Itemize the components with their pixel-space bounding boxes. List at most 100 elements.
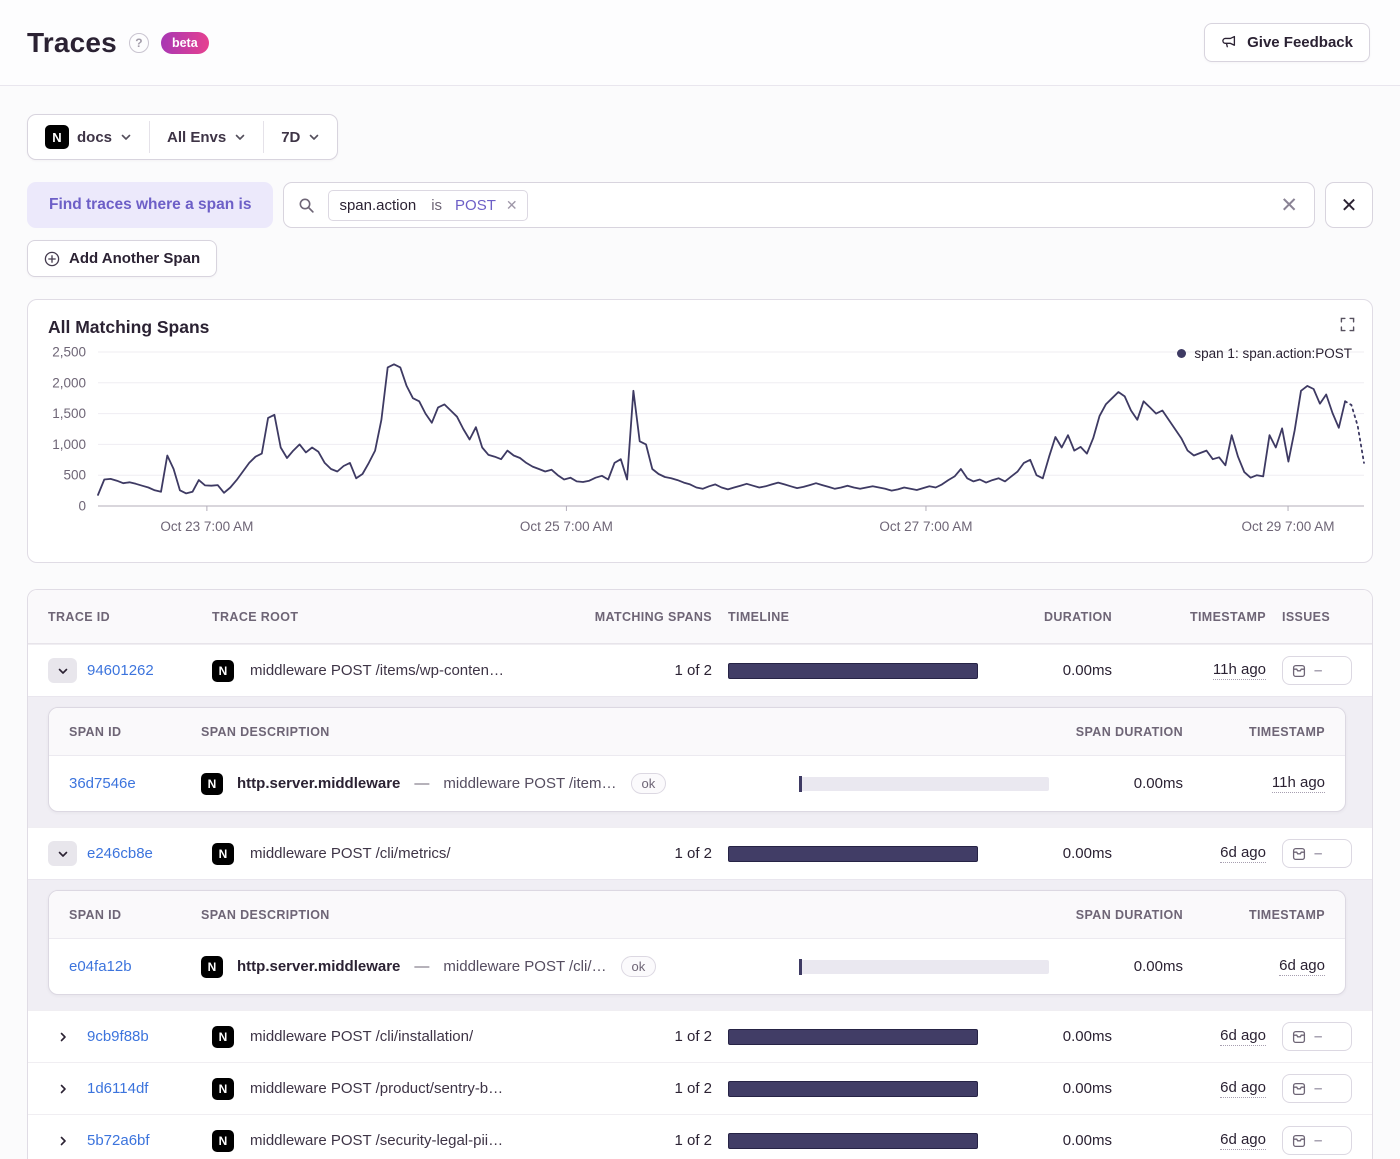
issues-count: – <box>1314 1132 1323 1149</box>
span-timestamp-value[interactable]: 11h ago <box>1271 774 1325 793</box>
timestamp-value[interactable]: 11h ago <box>1212 661 1266 680</box>
project-filter[interactable]: N docs <box>28 115 149 159</box>
nextjs-logo-icon: N <box>212 1129 234 1152</box>
span-op-label: http.server.middleware <box>237 775 401 792</box>
beta-badge: beta <box>160 31 209 54</box>
issues-icon <box>1292 1134 1306 1147</box>
matching-spans-value: 1 of 2 <box>674 662 712 679</box>
op-separator: — <box>414 958 430 975</box>
issues-button[interactable]: – <box>1282 1022 1352 1051</box>
span-id-link[interactable]: e04fa12b <box>69 958 185 975</box>
col-span-duration: SPAN DURATION <box>1075 724 1183 739</box>
svg-text:Oct 23 7:00 AM: Oct 23 7:00 AM <box>160 519 253 534</box>
filter-token[interactable]: span.action is POST ✕ <box>328 189 528 221</box>
trace-id-link[interactable]: 9cb9f88b <box>87 1028 149 1045</box>
trace-id-link[interactable]: 94601262 <box>87 662 154 679</box>
token-value[interactable]: POST <box>449 197 502 214</box>
give-feedback-button[interactable]: Give Feedback <box>1204 23 1370 62</box>
svg-text:Oct 25 7:00 AM: Oct 25 7:00 AM <box>520 519 613 534</box>
token-key[interactable]: span.action <box>329 197 424 214</box>
page-title: Traces <box>27 26 117 58</box>
col-span-id: SPAN ID <box>69 907 122 922</box>
svg-text:0: 0 <box>78 499 86 514</box>
issues-count: – <box>1314 845 1323 862</box>
span-row: 36d7546e N http.server.middleware — midd… <box>49 756 1345 811</box>
issues-icon <box>1292 847 1306 860</box>
col-span-timestamp: TIMESTAMP <box>1248 907 1325 922</box>
timestamp-value[interactable]: 6d ago <box>1220 1027 1266 1046</box>
table-row: 1d6114df N middleware POST /product/sent… <box>28 1062 1372 1114</box>
collapse-row-button[interactable] <box>48 841 77 866</box>
collapse-row-button[interactable] <box>48 658 77 683</box>
spans-line-chart[interactable]: 0 500 1,000 1,500 2,000 2,500 Oct 23 7:00 AM Oc… <box>28 338 1372 552</box>
trace-root-label: middleware POST /cli/installation/ <box>250 1028 474 1045</box>
timestamp-value[interactable]: 6d ago <box>1220 844 1266 863</box>
timestamp-value[interactable]: 6d ago <box>1220 1131 1266 1150</box>
trace-id-link[interactable]: 5b72a6bf <box>87 1132 150 1149</box>
col-trace-root: TRACE ROOT <box>212 609 299 624</box>
span-row: e04fa12b N http.server.middleware — midd… <box>49 939 1345 994</box>
col-trace-id: TRACE ID <box>48 609 111 624</box>
trace-root-label: middleware POST /product/sentry-b… <box>250 1080 504 1097</box>
col-matching-spans: MATCHING SPANS <box>594 609 712 624</box>
issues-button[interactable]: – <box>1282 1074 1352 1103</box>
chart-legend[interactable]: span 1: span.action:POST <box>1177 346 1352 361</box>
col-span-timestamp: TIMESTAMP <box>1248 724 1325 739</box>
table-row: 94601262 N middleware POST /items/wp-con… <box>28 644 1372 696</box>
chevron-right-icon <box>60 1084 66 1093</box>
timestamp-value[interactable]: 6d ago <box>1220 1079 1266 1098</box>
remove-token-icon[interactable]: ✕ <box>502 197 527 214</box>
issues-button[interactable]: – <box>1282 839 1352 868</box>
col-timestamp: TIMESTAMP <box>1189 609 1266 624</box>
give-feedback-label: Give Feedback <box>1247 34 1353 51</box>
svg-text:1,000: 1,000 <box>52 437 86 452</box>
expanded-span-section: SPAN ID SPAN DESCRIPTION SPAN DURATION T… <box>28 879 1372 1010</box>
period-filter-label: 7D <box>281 128 301 146</box>
trace-id-link[interactable]: 1d6114df <box>87 1080 148 1097</box>
token-operator[interactable]: is <box>424 197 449 214</box>
duration-value: 0.00ms <box>1062 662 1112 679</box>
trace-root-label: middleware POST /items/wp-conten… <box>250 662 504 679</box>
chevron-down-icon <box>58 668 67 674</box>
fullscreen-icon[interactable] <box>1340 317 1355 332</box>
span-search-input[interactable]: span.action is POST ✕ ✕ <box>283 182 1315 228</box>
megaphone-icon <box>1222 35 1236 48</box>
span-duration-value: 0.00ms <box>1133 775 1183 792</box>
issues-count: – <box>1314 662 1323 679</box>
environment-filter[interactable]: All Envs <box>150 115 263 159</box>
svg-text:2,500: 2,500 <box>52 345 86 360</box>
nextjs-logo-icon: N <box>212 1025 234 1048</box>
issues-icon <box>1292 1030 1306 1043</box>
find-traces-label: Find traces where a span is <box>27 182 274 228</box>
span-query-row: Find traces where a span is span.action … <box>27 182 1373 228</box>
svg-text:2,000: 2,000 <box>52 375 86 390</box>
span-id-link[interactable]: 36d7546e <box>69 775 185 792</box>
clear-search-icon[interactable]: ✕ <box>1280 195 1298 216</box>
plus-circle-icon <box>44 251 60 266</box>
chevron-right-icon <box>60 1136 66 1145</box>
trace-timeline-bar <box>728 662 978 679</box>
issues-button[interactable]: – <box>1282 656 1352 685</box>
trace-id-link[interactable]: e246cb8e <box>87 845 153 862</box>
svg-text:1,500: 1,500 <box>52 406 86 421</box>
issues-count: – <box>1314 1028 1323 1045</box>
span-description-label: middleware POST /cli/… <box>443 958 607 975</box>
help-icon[interactable]: ? <box>128 32 149 53</box>
col-span-duration: SPAN DURATION <box>1075 907 1183 922</box>
duration-value: 0.00ms <box>1062 1132 1112 1149</box>
nextjs-logo-icon: N <box>45 125 69 149</box>
expand-row-button[interactable] <box>48 1076 77 1101</box>
add-another-span-button[interactable]: Add Another Span <box>27 240 218 277</box>
matching-spans-value: 1 of 2 <box>674 1132 712 1149</box>
chevron-down-icon <box>234 131 246 143</box>
span-op-label: http.server.middleware <box>237 958 401 975</box>
period-filter[interactable]: 7D <box>264 115 337 159</box>
search-icon <box>299 198 315 213</box>
remove-span-row-button[interactable]: ✕ <box>1325 182 1373 228</box>
expand-row-button[interactable] <box>48 1024 77 1049</box>
expand-row-button[interactable] <box>48 1128 77 1153</box>
table-row: e246cb8e N middleware POST /cli/metrics/… <box>28 827 1372 879</box>
issues-button[interactable]: – <box>1282 1126 1352 1155</box>
project-filter-label: docs <box>77 128 113 146</box>
span-timestamp-value[interactable]: 6d ago <box>1279 957 1325 976</box>
